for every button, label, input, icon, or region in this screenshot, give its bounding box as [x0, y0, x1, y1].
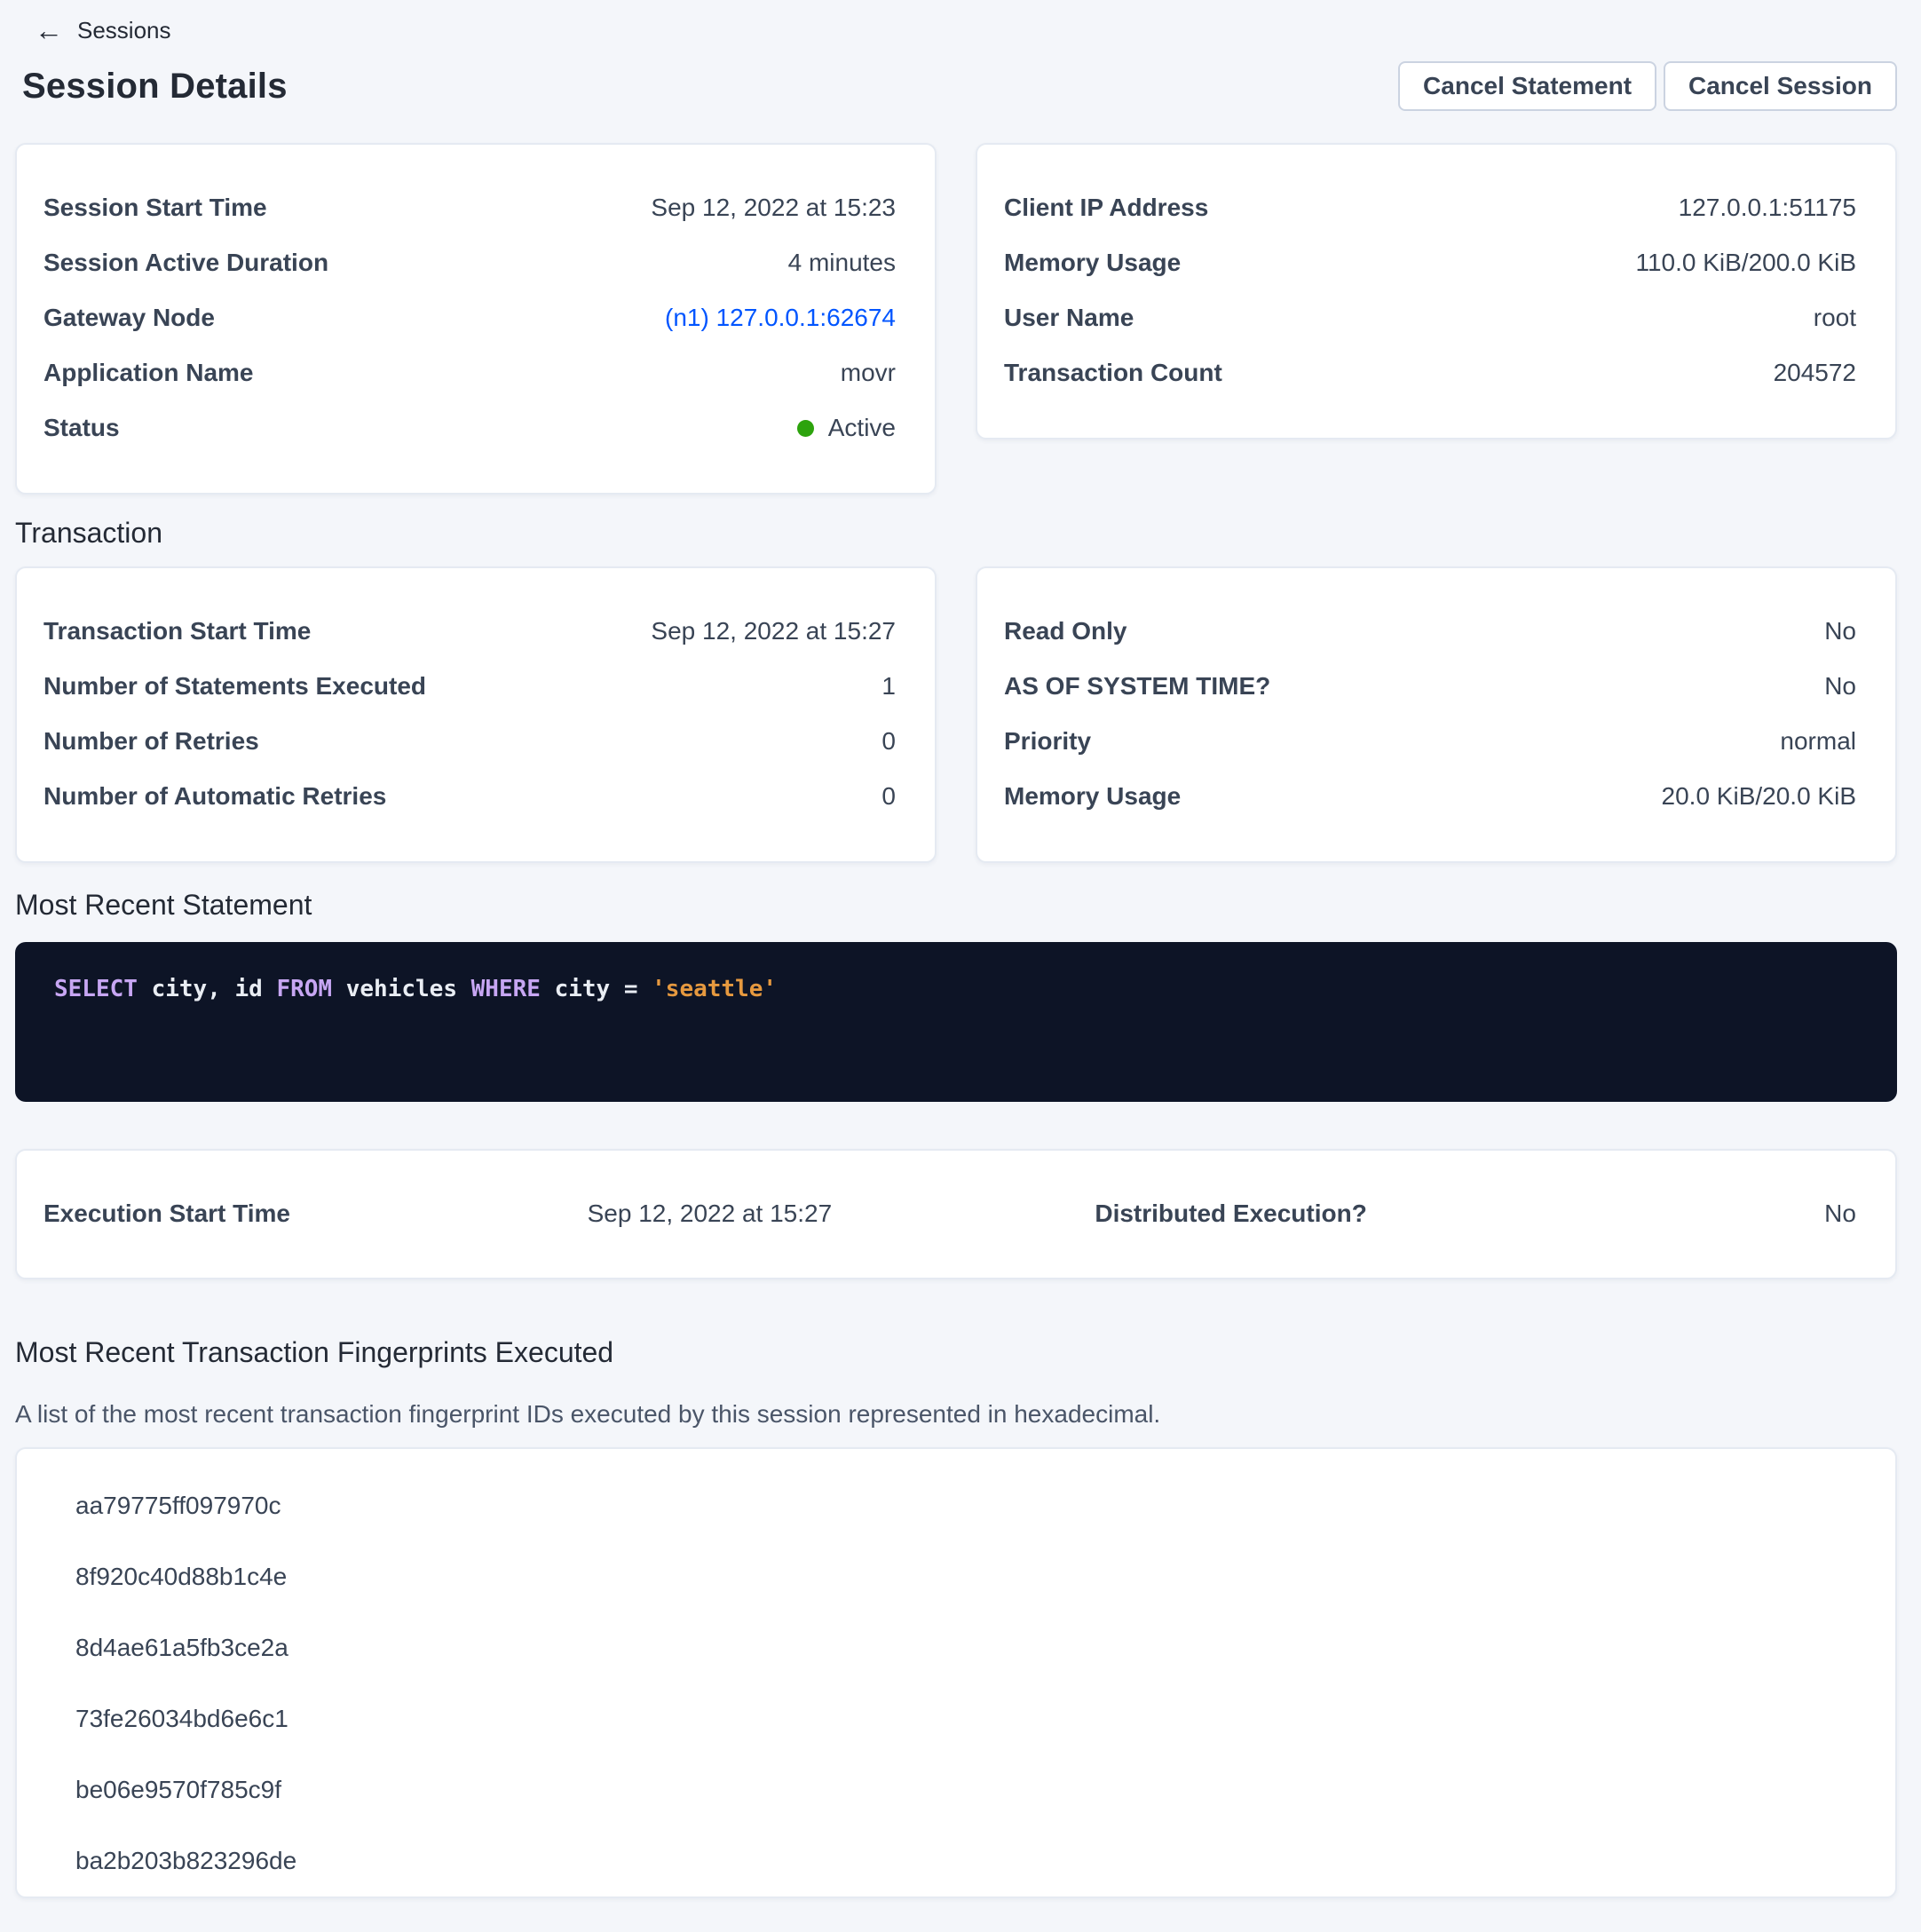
sql-statement: SELECT city, id FROM vehicles WHERE city…	[54, 974, 1858, 1004]
info-label: User Name	[1004, 304, 1134, 332]
info-row: Number of Statements Executed 1	[43, 659, 896, 714]
info-value: 127.0.0.1:51175	[1679, 194, 1856, 222]
info-value: movr	[841, 359, 896, 387]
info-value: 1	[881, 672, 896, 701]
fingerprint-item: 73fe26034bd6e6c1	[75, 1683, 1856, 1754]
info-value: 110.0 KiB/200.0 KiB	[1635, 249, 1856, 277]
breadcrumb-back-link[interactable]: ← Sessions	[35, 12, 1897, 48]
info-label: Memory Usage	[1004, 782, 1181, 811]
sql-keyword: WHERE	[471, 976, 555, 1002]
info-row: Number of Automatic Retries 0	[43, 769, 896, 824]
info-label: Priority	[1004, 727, 1091, 756]
fingerprint-item: 8d4ae61a5fb3ce2a	[75, 1612, 1856, 1683]
info-label: Session Start Time	[43, 194, 267, 222]
fingerprints-description: A list of the most recent transaction fi…	[15, 1400, 1897, 1432]
info-value: No	[1824, 617, 1856, 645]
info-row: Number of Retries 0	[43, 714, 896, 769]
sql-keyword: FROM	[276, 976, 345, 1002]
status-value: Active	[797, 414, 896, 442]
execution-card: Execution Start Time Sep 12, 2022 at 15:…	[15, 1149, 1897, 1279]
sql-text: city =	[555, 976, 652, 1002]
info-label: Number of Retries	[43, 727, 259, 756]
info-value: 4 minutes	[788, 249, 896, 277]
info-label: Number of Statements Executed	[43, 672, 426, 701]
info-label: Gateway Node	[43, 304, 215, 332]
info-label: Number of Automatic Retries	[43, 782, 386, 811]
fingerprints-card: aa79775ff097970c 8f920c40d88b1c4e 8d4ae6…	[15, 1447, 1897, 1898]
transaction-section-heading: Transaction	[15, 515, 1897, 550]
info-row: User Name root	[1004, 290, 1856, 345]
info-label: Read Only	[1004, 617, 1127, 645]
breadcrumb-label: Sessions	[77, 17, 171, 44]
info-value: root	[1814, 304, 1856, 332]
info-row: Memory Usage 110.0 KiB/200.0 KiB	[1004, 235, 1856, 290]
info-row: Transaction Count 204572	[1004, 345, 1856, 400]
session-summary-card: Session Start Time Sep 12, 2022 at 15:23…	[15, 143, 937, 495]
info-value: Sep 12, 2022 at 15:27	[651, 617, 896, 645]
transaction-cards-row: Transaction Start Time Sep 12, 2022 at 1…	[15, 566, 1897, 863]
info-row: Memory Usage 20.0 KiB/20.0 KiB	[1004, 769, 1856, 824]
info-label: Session Active Duration	[43, 249, 328, 277]
back-arrow-icon: ←	[35, 16, 63, 44]
info-row: Application Name movr	[43, 345, 896, 400]
transaction-left-card: Transaction Start Time Sep 12, 2022 at 1…	[15, 566, 937, 863]
info-row: Session Start Time Sep 12, 2022 at 15:23	[43, 180, 896, 235]
status-dot-icon	[797, 420, 814, 437]
status-text: Active	[828, 414, 896, 442]
info-label: Client IP Address	[1004, 194, 1208, 222]
cancel-statement-button[interactable]: Cancel Statement	[1398, 61, 1656, 111]
execution-start-time-label: Execution Start Time	[43, 1200, 588, 1228]
fingerprint-item: 8f920c40d88b1c4e	[75, 1541, 1856, 1612]
info-label: Application Name	[43, 359, 253, 387]
info-value: No	[1824, 672, 1856, 701]
info-row: Status Active	[43, 400, 896, 455]
distributed-execution-value: No	[1494, 1200, 1856, 1228]
info-label: AS OF SYSTEM TIME?	[1004, 672, 1270, 701]
page-title: Session Details	[22, 67, 288, 107]
info-label: Status	[43, 414, 120, 442]
fingerprint-item: ba2b203b823296de	[75, 1825, 1856, 1896]
execution-start-time-value: Sep 12, 2022 at 15:27	[588, 1200, 1095, 1228]
session-details-page: ← Sessions Session Details Cancel Statem…	[0, 0, 1921, 1898]
summary-cards-row: Session Start Time Sep 12, 2022 at 15:23…	[15, 143, 1897, 495]
page-header: Session Details Cancel Statement Cancel …	[15, 59, 1897, 114]
info-value: Sep 12, 2022 at 15:23	[651, 194, 896, 222]
sql-text: vehicles	[346, 976, 471, 1002]
distributed-execution-label: Distributed Execution?	[1095, 1200, 1493, 1228]
gateway-node-link[interactable]: (n1) 127.0.0.1:62674	[665, 304, 896, 332]
info-row: Client IP Address 127.0.0.1:51175	[1004, 180, 1856, 235]
info-value: 0	[881, 727, 896, 756]
sql-keyword: SELECT	[54, 976, 152, 1002]
header-buttons: Cancel Statement Cancel Session	[1398, 61, 1897, 111]
cancel-session-button[interactable]: Cancel Session	[1664, 61, 1897, 111]
info-row: AS OF SYSTEM TIME? No	[1004, 659, 1856, 714]
fingerprints-section-heading: Most Recent Transaction Fingerprints Exe…	[15, 1334, 1897, 1370]
info-value: normal	[1780, 727, 1856, 756]
info-label: Transaction Start Time	[43, 617, 311, 645]
info-row: Priority normal	[1004, 714, 1856, 769]
transaction-right-card: Read Only No AS OF SYSTEM TIME? No Prior…	[976, 566, 1897, 863]
client-summary-card: Client IP Address 127.0.0.1:51175 Memory…	[976, 143, 1897, 439]
info-row: Read Only No	[1004, 604, 1856, 659]
statement-section-heading: Most Recent Statement	[15, 887, 1897, 922]
info-value: 204572	[1774, 359, 1856, 387]
info-value: 0	[881, 782, 896, 811]
info-label: Transaction Count	[1004, 359, 1222, 387]
info-label: Memory Usage	[1004, 249, 1181, 277]
sql-string: 'seattle'	[652, 976, 777, 1002]
info-value: 20.0 KiB/20.0 KiB	[1662, 782, 1856, 811]
sql-text: city, id	[152, 976, 277, 1002]
info-row: Gateway Node (n1) 127.0.0.1:62674	[43, 290, 896, 345]
execution-row: Execution Start Time Sep 12, 2022 at 15:…	[43, 1186, 1856, 1241]
info-row: Session Active Duration 4 minutes	[43, 235, 896, 290]
sql-box: SELECT city, id FROM vehicles WHERE city…	[15, 942, 1897, 1102]
info-row: Transaction Start Time Sep 12, 2022 at 1…	[43, 604, 896, 659]
fingerprint-item: be06e9570f785c9f	[75, 1754, 1856, 1825]
fingerprint-item: aa79775ff097970c	[75, 1470, 1856, 1541]
